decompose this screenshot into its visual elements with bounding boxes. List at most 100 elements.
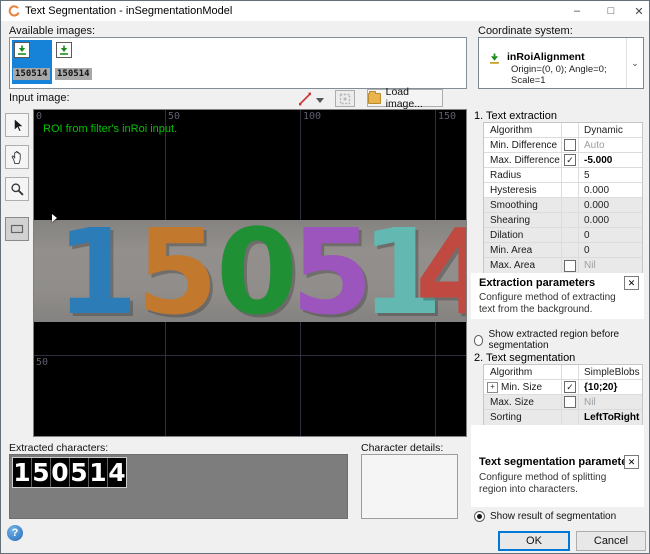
- extracted-char-tile[interactable]: 5: [70, 458, 89, 487]
- param-row: Algorithm SimpleBlobs: [484, 365, 642, 380]
- param-checkbox-cell: [562, 168, 579, 182]
- image-canvas[interactable]: 0 50 100 150 50 ROI from filter's inRoi …: [33, 109, 467, 437]
- param-value[interactable]: {10;20}: [579, 382, 642, 393]
- param-row: Min. Difference Auto: [484, 138, 642, 153]
- close-panel-icon[interactable]: ✕: [624, 455, 639, 469]
- load-image-button[interactable]: Load image...: [367, 89, 443, 107]
- close-panel-icon[interactable]: ✕: [624, 276, 639, 290]
- checkbox-icon[interactable]: [564, 396, 576, 408]
- fit-to-window-icon[interactable]: [335, 90, 355, 107]
- segmentation-parameters-description: Configure method of splitting region int…: [479, 472, 631, 496]
- param-value[interactable]: SimpleBlobs: [579, 367, 642, 378]
- window-title: Text Segmentation - inSegmentationModel: [25, 5, 232, 17]
- extracted-characters-label: Extracted characters:: [9, 442, 108, 454]
- param-checkbox-cell: [562, 243, 579, 257]
- dropdown-arrow-icon[interactable]: [315, 96, 325, 104]
- param-checkbox-cell: [562, 395, 579, 409]
- param-row: Smoothing 0.000: [484, 198, 642, 213]
- extracted-characters-row: 1 5 0 5 1 4: [12, 457, 127, 488]
- param-value[interactable]: 0.000: [579, 185, 642, 196]
- show-extracted-region-option[interactable]: Show extracted region before segmentatio…: [474, 329, 649, 351]
- param-name: Max. Difference: [484, 153, 562, 167]
- param-value[interactable]: 0.000: [579, 200, 642, 211]
- coordinate-system-icon: [489, 51, 500, 69]
- param-row: Sorting LeftToRight: [484, 410, 642, 425]
- text-segmentation-title: 2. Text segmentation: [474, 352, 575, 364]
- param-checkbox-cell: [562, 153, 579, 167]
- param-name: Dilation: [484, 228, 562, 242]
- image-thumbnail[interactable]: 150514: [54, 40, 94, 84]
- input-image-strip: 1 5 0 5 1 4: [34, 220, 467, 322]
- param-row: Min. Size {10;20}: [484, 380, 642, 395]
- input-image-label: Input image:: [9, 92, 70, 104]
- param-checkbox-cell: [562, 380, 579, 394]
- close-icon[interactable]: ✕: [628, 1, 650, 21]
- cancel-button[interactable]: Cancel: [576, 531, 646, 551]
- show-result-option[interactable]: Show result of segmentation: [474, 511, 616, 522]
- help-icon[interactable]: ?: [7, 525, 23, 541]
- param-row: Dilation 0: [484, 228, 642, 243]
- expand-icon[interactable]: [487, 382, 498, 393]
- extracted-char-tile[interactable]: 5: [32, 458, 51, 487]
- param-value[interactable]: 0.000: [579, 215, 642, 226]
- param-value[interactable]: Auto: [579, 140, 642, 151]
- select-tool-icon[interactable]: [5, 113, 29, 137]
- param-checkbox-cell: [562, 213, 579, 227]
- folder-icon: [368, 93, 381, 104]
- param-value[interactable]: 5: [579, 170, 642, 181]
- param-value[interactable]: 0: [579, 230, 642, 241]
- checkbox-icon[interactable]: [564, 260, 576, 272]
- rectangle-roi-tool-icon[interactable]: [5, 217, 29, 241]
- chevron-down-icon[interactable]: ⌄: [626, 38, 643, 88]
- checkbox-icon[interactable]: [564, 154, 576, 166]
- import-image-icon: [14, 42, 30, 58]
- maximize-icon[interactable]: □: [595, 1, 627, 21]
- param-checkbox-cell: [562, 183, 579, 197]
- checkbox-icon[interactable]: [564, 139, 576, 151]
- param-value[interactable]: Nil: [579, 397, 642, 408]
- radio-icon[interactable]: [474, 511, 485, 522]
- extraction-parameters-title: Extraction parameters: [479, 277, 595, 289]
- segmented-digit: 4: [415, 222, 467, 322]
- thumbnail-caption: 150514: [55, 68, 92, 80]
- thumbnail-caption: 150514: [13, 68, 50, 80]
- param-value[interactable]: 0: [579, 245, 642, 256]
- segmentation-parameters-panel: Text segmentation parameters ✕ Configure…: [471, 425, 644, 507]
- param-value[interactable]: Dynamic: [579, 125, 642, 136]
- coordinate-system-combobox[interactable]: inRoiAlignment Origin=(0, 0); Angle=0; S…: [478, 37, 644, 89]
- param-checkbox-cell: [562, 365, 579, 379]
- coordinate-system-label: Coordinate system:: [478, 25, 573, 37]
- checkbox-icon[interactable]: [564, 381, 576, 393]
- extracted-char-tile[interactable]: 0: [51, 458, 70, 487]
- ok-button[interactable]: OK: [498, 531, 570, 551]
- segmented-digit: 1: [56, 222, 138, 322]
- roi-color-icon[interactable]: [298, 92, 312, 106]
- zoom-tool-icon[interactable]: [5, 177, 29, 201]
- extracted-char-tile[interactable]: 1: [89, 458, 108, 487]
- param-checkbox-cell: [562, 258, 579, 273]
- param-row: Max. Difference -5.000: [484, 153, 642, 168]
- param-name: Radius: [484, 168, 562, 182]
- grid-line-horizontal: [34, 355, 466, 356]
- pan-tool-icon[interactable]: [5, 145, 29, 169]
- param-name: Smoothing: [484, 198, 562, 212]
- param-name: Sorting: [484, 410, 562, 425]
- extracted-char-tile[interactable]: 4: [108, 458, 126, 487]
- text-extraction-table: Algorithm Dynamic Min. Difference Auto M…: [483, 122, 643, 274]
- param-value[interactable]: -5.000: [579, 155, 642, 166]
- text-extraction-title: 1. Text extraction: [474, 110, 557, 122]
- param-value[interactable]: Nil: [579, 260, 642, 271]
- extraction-parameters-description: Configure method of extracting text from…: [479, 292, 631, 316]
- extracted-char-tile[interactable]: 1: [13, 458, 32, 487]
- param-name: Min. Area: [484, 243, 562, 257]
- extracted-characters-view[interactable]: 1 5 0 5 1 4: [9, 454, 348, 519]
- param-name: Min. Size: [484, 380, 562, 394]
- ruler-label: 100: [303, 111, 321, 122]
- image-thumbnail-selected[interactable]: 150514: [12, 40, 52, 84]
- roi-note: ROI from filter's inRoi input.: [43, 123, 177, 135]
- radio-icon[interactable]: [474, 335, 483, 346]
- minimize-icon[interactable]: –: [561, 1, 593, 21]
- param-checkbox-cell: [562, 138, 579, 152]
- param-value[interactable]: LeftToRight: [579, 412, 642, 423]
- title-bar: Text Segmentation - inSegmentationModel …: [1, 1, 649, 21]
